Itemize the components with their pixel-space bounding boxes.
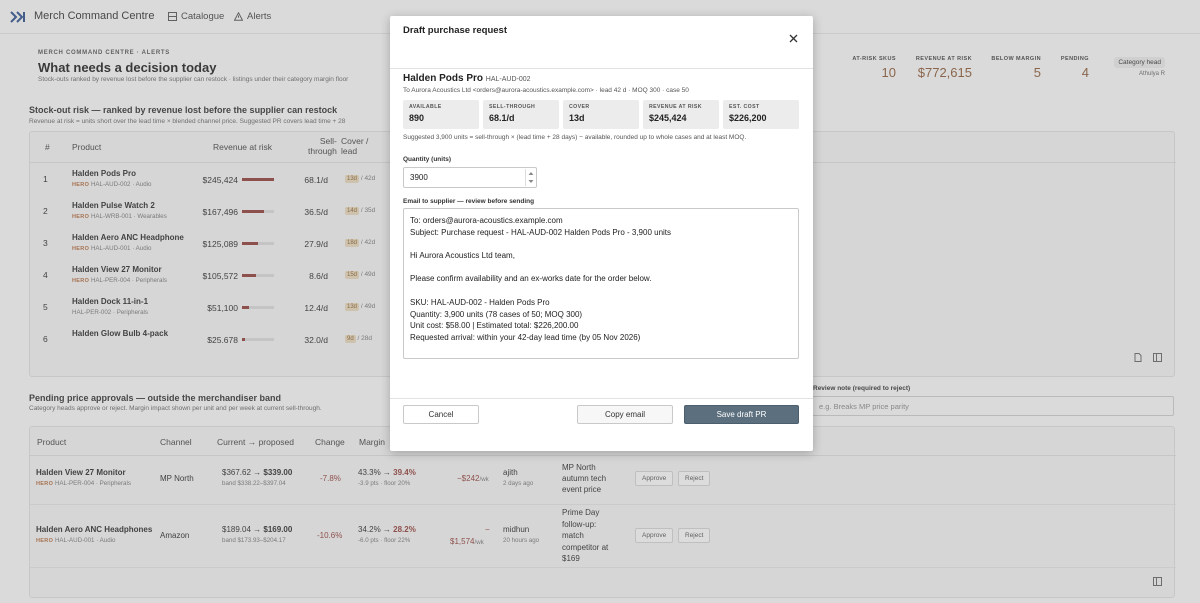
card-value: $226,200 <box>729 113 767 123</box>
quantity-stepper[interactable]: 3900 <box>403 167 537 188</box>
card-label: REVENUE AT RISK <box>649 104 702 110</box>
email-line <box>410 238 792 250</box>
email-line: Quantity: 3,900 units (78 cases of 50; M… <box>410 309 583 319</box>
product-name: Halden Pods Pro <box>403 73 484 84</box>
card-est-cost: EST. COST $226,200 <box>723 100 799 129</box>
close-icon[interactable] <box>789 34 798 43</box>
supplier-line: To Aurora Acoustics Ltd <orders@aurora-a… <box>403 87 689 94</box>
quantity-label: Quantity (units) <box>403 156 452 163</box>
divider <box>390 68 813 69</box>
card-label: AVAILABLE <box>409 104 442 110</box>
cancel-button[interactable]: Cancel <box>403 405 479 424</box>
card-cover: COVER 13d <box>563 100 639 129</box>
dialog-title: Draft purchase request <box>403 25 508 36</box>
card-label: EST. COST <box>729 104 760 110</box>
email-line <box>410 262 792 274</box>
email-line: Requested arrival: within your 42-day le… <box>410 332 641 342</box>
card-available: AVAILABLE 890 <box>403 100 479 129</box>
save-draft-button[interactable]: Save draft PR <box>684 405 799 424</box>
divider <box>390 398 813 399</box>
card-sell-through: SELL-THROUGH 68.1/d <box>483 100 559 129</box>
card-revenue-at-risk: REVENUE AT RISK $245,424 <box>643 100 719 129</box>
suggestion-note: Suggested 3,900 units = sell-through × (… <box>403 134 747 141</box>
chevron-down-icon[interactable] <box>528 179 534 184</box>
chevron-up-icon[interactable] <box>528 171 534 176</box>
email-line: Please confirm availability and an ex-wo… <box>410 274 652 284</box>
email-line: Unit cost: $58.00 | Estimated total: $22… <box>410 321 579 331</box>
card-value: 68.1/d <box>489 113 515 123</box>
card-value: 13d <box>569 113 585 123</box>
card-label: SELL-THROUGH <box>489 104 536 110</box>
email-line: SKU: HAL-AUD-002 - Halden Pods Pro <box>410 297 550 307</box>
card-value: $245,424 <box>649 113 687 123</box>
stepper-buttons[interactable] <box>525 169 535 186</box>
product-sku: HAL-AUD-002 <box>485 76 531 83</box>
email-label: Email to supplier — review before sendin… <box>403 198 535 205</box>
email-line <box>410 285 792 297</box>
quantity-value: 3900 <box>410 173 428 182</box>
card-label: COVER <box>569 104 590 110</box>
email-textarea[interactable]: To: orders@aurora-acoustics.example.com … <box>403 208 799 359</box>
card-value: 890 <box>409 113 425 123</box>
purchase-request-dialog: Draft purchase request Halden Pods Pro H… <box>390 16 813 451</box>
email-line: Subject: Purchase request - HAL-AUD-002 … <box>410 227 672 237</box>
product-heading: Halden Pods Pro HAL-AUD-002 <box>403 73 531 84</box>
email-line: Hi Aurora Acoustics Ltd team, <box>410 251 515 261</box>
email-line: To: orders@aurora-acoustics.example.com <box>410 216 563 225</box>
copy-email-button[interactable]: Copy email <box>577 405 673 424</box>
